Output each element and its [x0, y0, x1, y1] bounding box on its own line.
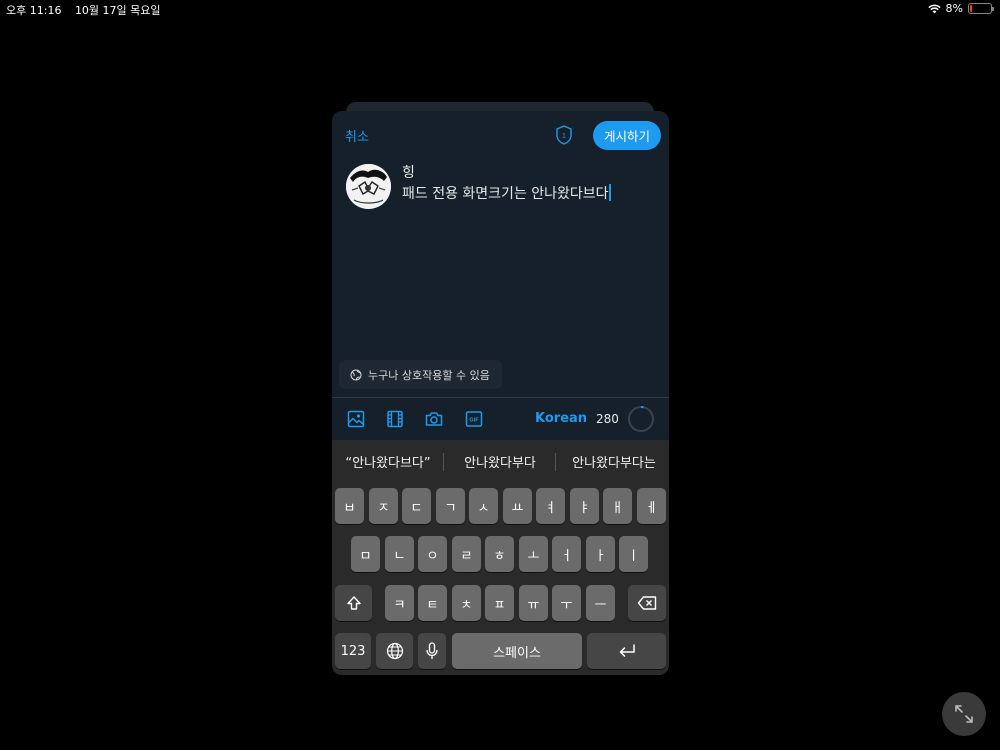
key[interactable]: ㅡ — [586, 585, 615, 621]
shield-icon[interactable]: 1 — [554, 124, 574, 146]
backspace-key[interactable] — [628, 585, 666, 621]
key[interactable]: ㅈ — [369, 488, 398, 524]
key[interactable]: ㄱ — [436, 488, 465, 524]
key[interactable]: ㅕ — [536, 488, 565, 524]
gif-icon[interactable]: GIF — [464, 409, 484, 429]
shift-key[interactable] — [335, 585, 372, 621]
microphone-icon — [426, 642, 438, 659]
battery-percent: 8% — [945, 2, 963, 15]
tweet-text-line-2: 패드 전용 화면크기는 안나왔다브다 — [402, 186, 609, 202]
key[interactable]: ㄴ — [385, 536, 414, 572]
compose-header: 취소 1 게시하기 — [332, 111, 669, 157]
status-bar: 오후 11:16 10월 17일 목요일 8% — [0, 0, 1000, 18]
key[interactable]: ㅍ — [485, 585, 514, 621]
suggestion-bar: “안나왔다브다” 안나왔다부다 안나왔다부다는 — [332, 450, 669, 474]
key[interactable]: ㅎ — [485, 536, 514, 572]
return-key[interactable] — [587, 633, 666, 669]
suggestion-2[interactable]: 안나왔다부다 — [450, 452, 550, 471]
svg-text:GIF: GIF — [469, 418, 479, 424]
key[interactable]: ㅐ — [603, 488, 632, 524]
key[interactable]: ㅂ — [335, 488, 364, 524]
key[interactable]: ㄹ — [452, 536, 481, 572]
suggestion-divider — [555, 453, 556, 471]
key[interactable]: ㅔ — [637, 488, 666, 524]
numbers-key[interactable]: 123 — [335, 633, 371, 669]
cancel-button[interactable]: 취소 — [345, 126, 369, 145]
expand-icon — [955, 705, 973, 723]
avatar[interactable] — [346, 164, 391, 209]
key[interactable]: ㄷ — [402, 488, 431, 524]
character-count: 280 — [596, 412, 619, 426]
image-icon[interactable] — [346, 409, 366, 429]
reply-setting-label: 누구나 상호작용할 수 있음 — [368, 368, 490, 382]
key[interactable]: ㅓ — [552, 536, 581, 572]
suggestion-divider — [443, 453, 444, 471]
progress-ring-icon — [628, 406, 654, 432]
compose-toolbar: GIF Korean 280 — [332, 398, 669, 440]
camera-icon[interactable] — [424, 409, 444, 429]
key[interactable]: ㅅ — [469, 488, 498, 524]
battery-icon — [968, 3, 994, 14]
globe-key[interactable] — [376, 633, 413, 669]
tweet-text-line-1: 힝 — [402, 165, 415, 181]
key[interactable]: ㅁ — [351, 536, 380, 572]
key[interactable]: ㅇ — [418, 536, 447, 572]
key[interactable]: ㅏ — [586, 536, 615, 572]
key[interactable]: ㅌ — [418, 585, 447, 621]
globe-icon — [350, 369, 362, 380]
suggestion-1[interactable]: “안나왔다브다” — [338, 452, 438, 471]
text-cursor — [608, 184, 611, 201]
key[interactable]: ㅊ — [452, 585, 481, 621]
space-key[interactable]: 스페이스 — [452, 633, 582, 669]
status-time: 오후 11:16 — [6, 4, 62, 17]
microphone-key[interactable] — [418, 633, 446, 669]
return-icon — [619, 644, 635, 657]
key[interactable]: ㅑ — [570, 488, 599, 524]
backspace-icon — [637, 596, 657, 610]
video-icon[interactable] — [385, 409, 405, 429]
shield-badge-count: 1 — [562, 133, 566, 140]
reply-setting-button[interactable]: 누구나 상호작용할 수 있음 — [339, 360, 502, 389]
key[interactable]: ㅋ — [385, 585, 414, 621]
language-selector[interactable]: Korean — [535, 411, 587, 426]
compose-sheet: 취소 1 게시하기 힝 패드 전용 화면크기는 안나왔다브다 누구나 상호작용할… — [332, 111, 669, 675]
key[interactable]: ㅠ — [519, 585, 548, 621]
key[interactable]: ㅗ — [519, 536, 548, 572]
key[interactable]: ㅣ — [619, 536, 648, 572]
status-date: 10월 17일 목요일 — [74, 4, 161, 17]
tweet-text-area[interactable]: 힝 패드 전용 화면크기는 안나왔다브다 — [402, 163, 662, 205]
post-button[interactable]: 게시하기 — [593, 121, 661, 150]
shift-icon — [346, 596, 361, 610]
suggestion-3[interactable]: 안나왔다부다는 — [561, 452, 667, 471]
globe-icon — [386, 642, 403, 660]
onscreen-keyboard: “안나왔다브다” 안나왔다부다 안나왔다부다는 ㅂ ㅈ ㄷ ㄱ ㅅ ㅛ ㅕ ㅑ … — [332, 440, 669, 675]
key[interactable]: ㅜ — [552, 585, 581, 621]
wifi-icon — [927, 4, 941, 13]
key[interactable]: ㅛ — [503, 488, 532, 524]
expand-button[interactable] — [942, 692, 986, 736]
